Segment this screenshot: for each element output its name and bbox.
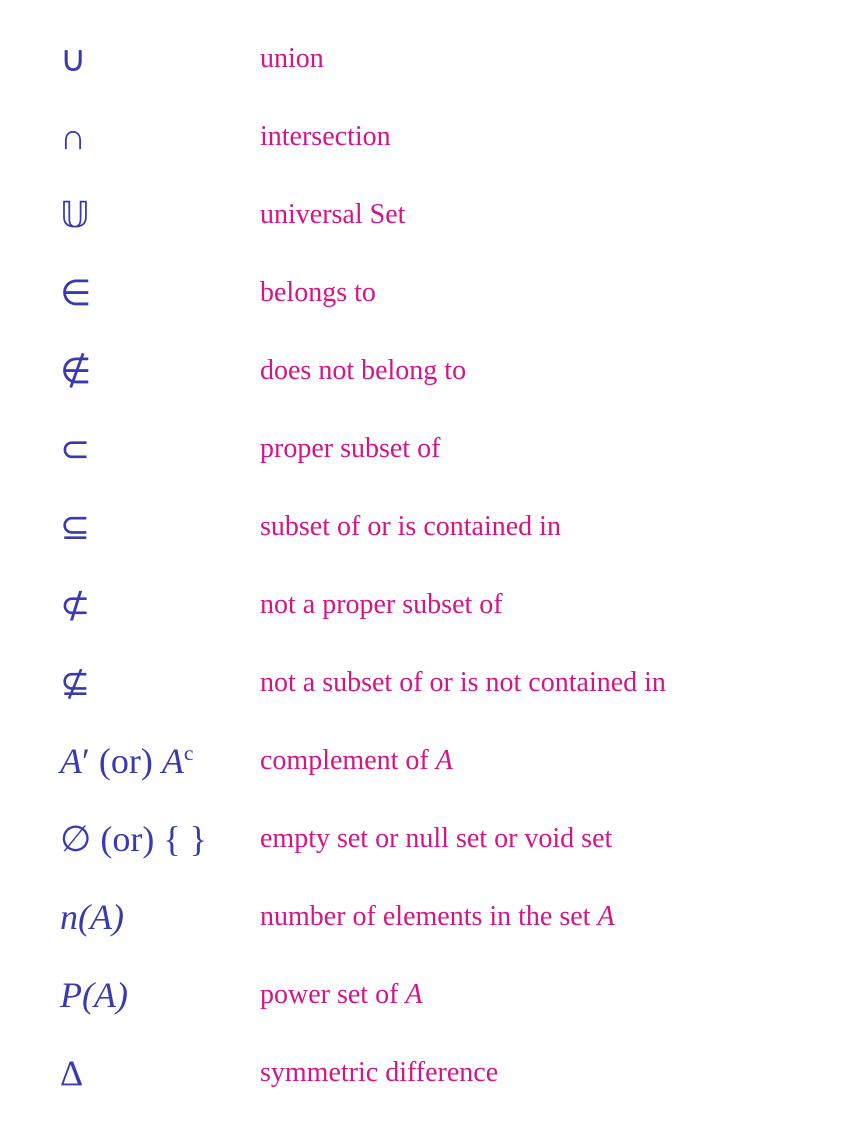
description-cell: empty set or null set or void set — [230, 800, 836, 878]
symbol-cell: ⊆ — [30, 488, 230, 566]
table-row: ⊂proper subset of — [30, 410, 836, 488]
symbol-cell: ⊈ — [30, 644, 230, 722]
description-cell: belongs to — [230, 254, 836, 332]
description-cell: complement of A — [230, 722, 836, 800]
symbol-cell: 𝕌 — [30, 176, 230, 254]
description-cell: symmetric difference — [230, 1034, 836, 1112]
description-cell: proper subset of — [230, 410, 836, 488]
description-cell: not a proper subset of — [230, 566, 836, 644]
table-row: ∈belongs to — [30, 254, 836, 332]
description-cell: power set of A — [230, 956, 836, 1034]
table-row: ⊄not a proper subset of — [30, 566, 836, 644]
description-cell: union — [230, 20, 836, 98]
table-row: ∉does not belong to — [30, 332, 836, 410]
table-row: P(A)power set of A — [30, 956, 836, 1034]
table-row: ∅ (or) { }empty set or null set or void … — [30, 800, 836, 878]
symbol-cell: P(A) — [30, 956, 230, 1034]
table-row: Δsymmetric difference — [30, 1034, 836, 1112]
description-cell: universal Set — [230, 176, 836, 254]
table-row: ∪union — [30, 20, 836, 98]
symbol-cell: ∈ — [30, 254, 230, 332]
table-row: ∩intersection — [30, 98, 836, 176]
table-row: 𝕌universal Set — [30, 176, 836, 254]
table-row: n(A)number of elements in the set A — [30, 878, 836, 956]
description-cell: subset of or is contained in — [230, 488, 836, 566]
description-cell: intersection — [230, 98, 836, 176]
symbol-cell: A′ (or) Ac — [30, 722, 230, 800]
table-row: ⊈not a subset of or is not contained in — [30, 644, 836, 722]
symbol-cell: ∪ — [30, 20, 230, 98]
description-cell: not a subset of or is not contained in — [230, 644, 836, 722]
symbol-cell: ∅ (or) { } — [30, 800, 230, 878]
symbol-cell: Δ — [30, 1034, 230, 1112]
set-theory-table: ∪union∩intersection𝕌universal Set∈belong… — [30, 20, 836, 1112]
description-cell: does not belong to — [230, 332, 836, 410]
symbol-cell: ⊂ — [30, 410, 230, 488]
symbol-cell: ∉ — [30, 332, 230, 410]
symbol-cell: ⊄ — [30, 566, 230, 644]
symbol-cell: n(A) — [30, 878, 230, 956]
symbol-cell: ∩ — [30, 98, 230, 176]
table-row: ⊆subset of or is contained in — [30, 488, 836, 566]
description-cell: number of elements in the set A — [230, 878, 836, 956]
table-row: A′ (or) Accomplement of A — [30, 722, 836, 800]
